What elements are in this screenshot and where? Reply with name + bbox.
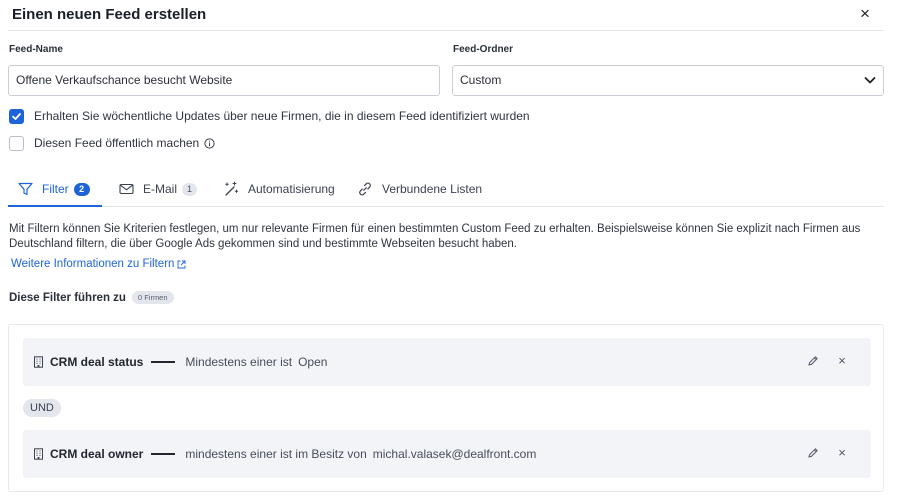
filter-panel: CRM deal status Mindestens einer ist Ope…: [8, 324, 884, 492]
feed-folder-label: Feed-Ordner: [453, 44, 514, 55]
public-feed-row[interactable]: Diesen Feed öffentlich machen: [9, 135, 215, 151]
result-count-badge: 0 Firmen: [131, 291, 174, 304]
check-icon: [12, 112, 21, 120]
public-feed-label: Diesen Feed öffentlich machen: [34, 136, 200, 150]
filter-field: CRM deal owner: [50, 447, 144, 461]
more-info-link[interactable]: Weitere Informationen zu Filtern: [11, 258, 186, 270]
filter-field: CRM deal status: [50, 355, 144, 369]
tab-filter[interactable]: Filter 2: [18, 172, 90, 206]
link-icon: [359, 182, 371, 196]
info-icon: [204, 137, 215, 149]
filter-separator: [151, 361, 176, 363]
and-connector: UND: [23, 399, 61, 417]
public-feed-checkbox[interactable]: [9, 135, 24, 151]
building-icon: [33, 448, 44, 460]
header-divider: [8, 30, 884, 31]
external-link-icon: [177, 260, 186, 268]
filter-card[interactable]: CRM deal owner mindestens einer ist im B…: [23, 430, 871, 478]
more-info-link-label: Weitere Informationen zu Filtern: [11, 258, 175, 270]
pencil-icon[interactable]: [807, 447, 819, 459]
tab-linked-lists[interactable]: Verbundene Listen: [357, 172, 482, 206]
filter-condition: Mindestens einer ist: [185, 355, 293, 369]
weekly-updates-row[interactable]: Erhalten Sie wöchentliche Updates über n…: [9, 108, 530, 124]
filter-separator: [151, 453, 176, 455]
close-icon[interactable]: ×: [856, 5, 874, 23]
filter-result-label: Diese Filter führen zu: [9, 291, 126, 304]
tab-filter-label: Filter: [42, 182, 69, 196]
tab-email[interactable]: E-Mail 1: [119, 172, 198, 206]
filter-card[interactable]: CRM deal status Mindestens einer ist Ope…: [23, 338, 871, 386]
dialog-title: Einen neuen Feed erstellen: [12, 6, 207, 23]
feed-name-label: Feed-Name: [9, 44, 63, 55]
tab-linked-lists-label: Verbundene Listen: [382, 182, 483, 196]
active-tab-indicator: [8, 205, 102, 207]
tab-filter-badge: 2: [73, 182, 90, 196]
mail-icon: [119, 183, 134, 195]
tab-automation-label: Automatisierung: [248, 182, 335, 196]
tab-email-label: E-Mail: [143, 182, 178, 196]
tab-automation[interactable]: Automatisierung: [223, 172, 335, 206]
tab-email-badge: 1: [182, 182, 198, 196]
filter-description: Mit Filtern können Sie Kriterien festleg…: [9, 223, 861, 250]
filter-result-row: Diese Filter führen zu 0 Firmen: [9, 291, 174, 304]
weekly-updates-label: Erhalten Sie wöchentliche Updates über n…: [34, 109, 530, 123]
filter-value: Open: [298, 355, 328, 369]
filter-condition: mindestens einer ist im Besitz von: [185, 447, 367, 461]
feed-folder-select[interactable]: Custom: [452, 65, 884, 96]
feed-name-input[interactable]: Offene Verkaufschance besucht Website: [8, 65, 440, 96]
weekly-updates-checkbox[interactable]: [9, 108, 24, 124]
pencil-icon[interactable]: [807, 355, 819, 367]
remove-filter-icon[interactable]: ×: [835, 354, 849, 368]
funnel-icon: [18, 182, 33, 196]
tab-bar: Filter 2 E-Mail 1 Automatisierung Verbun…: [8, 172, 884, 207]
filter-value: michal.valasek@dealfront.com: [372, 447, 537, 461]
feed-folder-value: Custom: [460, 73, 502, 87]
chevron-down-icon: [864, 77, 876, 84]
building-icon: [33, 356, 44, 368]
remove-filter-icon[interactable]: ×: [835, 446, 849, 460]
magic-wand-icon: [225, 181, 239, 196]
